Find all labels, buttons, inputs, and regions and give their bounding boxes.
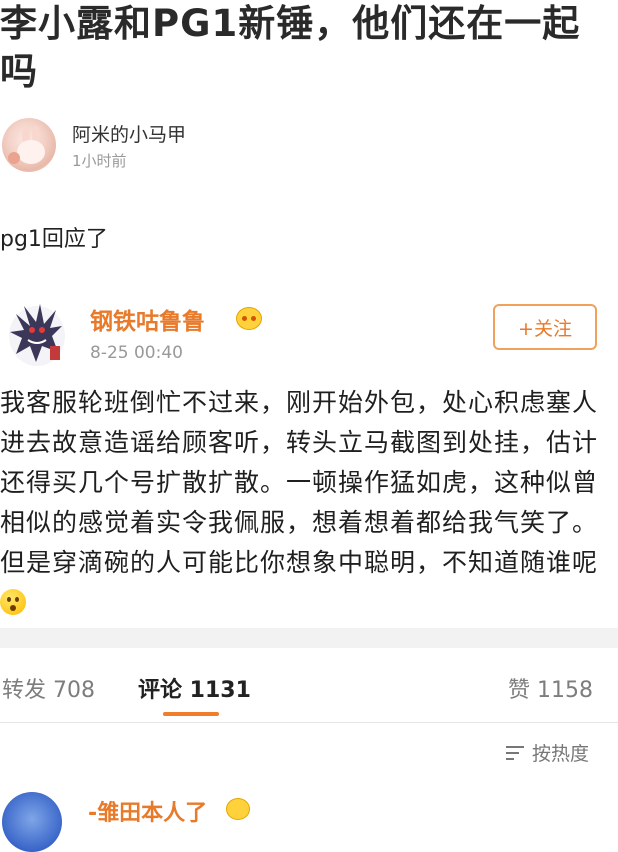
commenter-avatar[interactable] xyxy=(6,296,68,370)
follow-button[interactable]: +关注 xyxy=(493,304,597,350)
sort-label: 按热度 xyxy=(532,743,590,765)
tab-comments[interactable]: 评论 1131 xyxy=(138,672,251,704)
section-separator xyxy=(0,628,618,648)
surprised-emoji-icon xyxy=(0,589,26,615)
author-name[interactable]: 阿米的小马甲 xyxy=(72,120,186,147)
comment-body: 我客服轮班倒忙不过来，刚开始外包，处心积虑塞人进去故意造谣给顾客听，转头立马截图… xyxy=(0,383,600,623)
post-body: pg1回应了 xyxy=(0,227,108,252)
active-tab-indicator xyxy=(163,712,219,716)
vip-crown-icon xyxy=(226,798,250,820)
post-title: 李小露和PG1新锤，他们还在一起吗 xyxy=(0,2,581,93)
sort-by-hot-button[interactable]: 按热度 xyxy=(506,739,589,766)
author-avatar[interactable] xyxy=(2,118,56,172)
comment-timestamp: 8-25 00:40 xyxy=(90,343,183,363)
tabs-divider xyxy=(0,722,618,723)
vip-crown-icon xyxy=(236,307,262,330)
author-timestamp: 1小时前 xyxy=(72,152,127,170)
commenter-username[interactable]: 钢铁咕鲁鲁 xyxy=(90,302,205,336)
sort-icon xyxy=(506,745,524,760)
post-author-row: 阿米的小马甲 1小时前 xyxy=(0,114,618,174)
comment-text: 我客服轮班倒忙不过来，刚开始外包，处心积虑塞人进去故意造谣给顾客听，转头立马截图… xyxy=(0,388,599,577)
tab-likes[interactable]: 赞 1158 xyxy=(508,672,593,704)
tab-repost[interactable]: 转发 708 xyxy=(2,672,95,704)
next-commenter-avatar[interactable] xyxy=(2,792,62,852)
next-commenter-username[interactable]: -雏田本人了 xyxy=(88,795,207,827)
action-tabs: 转发 708 评论 1131 赞 1158 xyxy=(0,650,618,720)
